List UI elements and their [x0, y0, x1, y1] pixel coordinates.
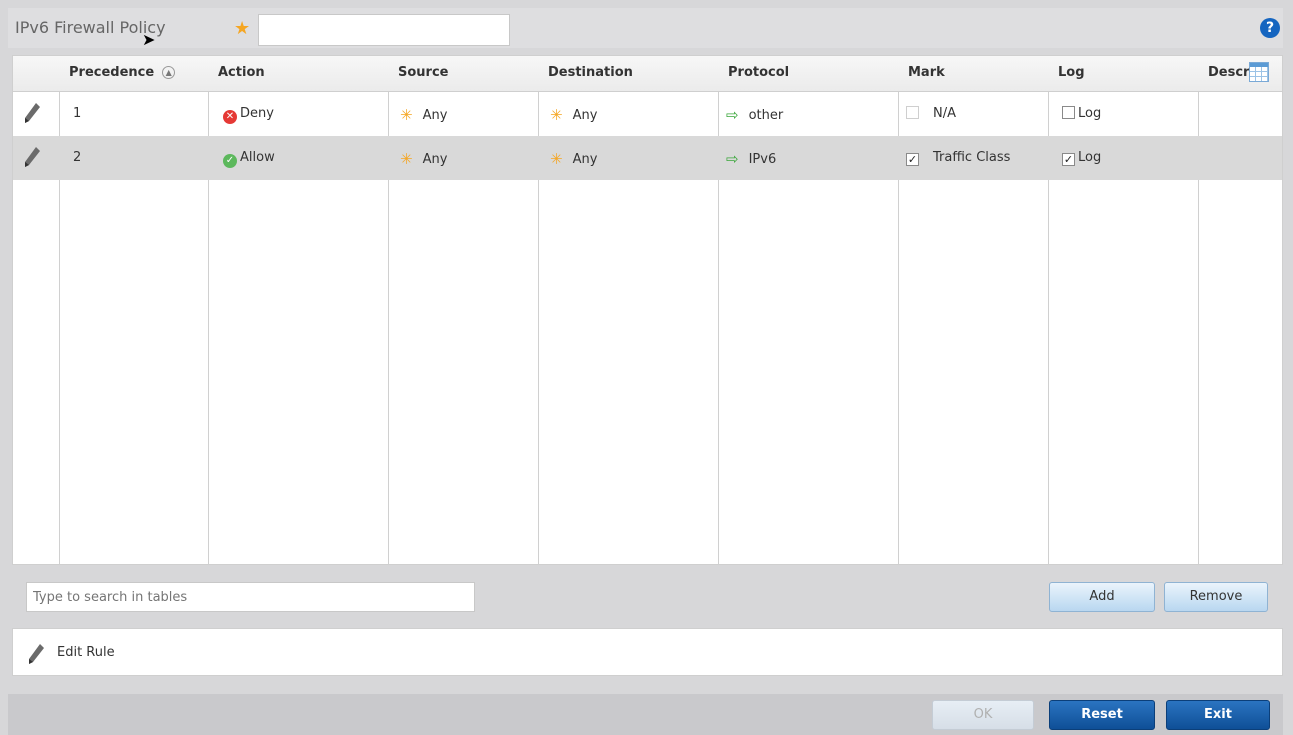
table-search-input[interactable]	[26, 582, 475, 612]
table-row[interactable]: 2 ✓ Allow ✳ Any ✳ Any ⇨ IPv6 ✓ Traffic Class …	[13, 136, 1282, 180]
source-cell: ✳ Any	[400, 150, 448, 168]
asterisk-icon: ✳	[550, 150, 563, 168]
policy-header: IPv6 Firewall Policy ★ ?	[8, 8, 1283, 48]
destination-cell: ✳ Any	[550, 150, 598, 168]
source-cell: ✳ Any	[400, 106, 448, 124]
destination-cell: ✳ Any	[550, 106, 598, 124]
protocol-cell: ⇨ other	[726, 106, 784, 124]
policy-name-input[interactable]	[258, 14, 510, 46]
remove-button[interactable]: Remove	[1164, 582, 1268, 612]
mark-cell: N/A	[906, 106, 956, 121]
column-header-protocol[interactable]: Protocol	[728, 65, 789, 80]
log-cell: ✓ Log	[1062, 150, 1102, 166]
column-header-mark[interactable]: Mark	[908, 65, 945, 80]
allow-icon: ✓	[223, 154, 237, 168]
help-icon[interactable]: ?	[1260, 18, 1280, 38]
precedence-cell: 2	[73, 150, 82, 165]
required-star-icon: ★	[234, 18, 251, 39]
log-checkbox[interactable]: ✓	[1062, 153, 1075, 166]
column-header-precedence[interactable]: Precedence ▲	[69, 65, 176, 80]
precedence-cell: 1	[73, 106, 82, 121]
column-header-source[interactable]: Source	[398, 65, 448, 80]
column-chooser-icon[interactable]	[1249, 62, 1269, 82]
edit-rule-bar[interactable]: Edit Rule	[12, 628, 1283, 676]
table-header: Precedence ▲ Action Source Destination Pr…	[13, 56, 1282, 92]
asterisk-icon: ✳	[400, 150, 413, 168]
column-header-log[interactable]: Log	[1058, 65, 1085, 80]
pencil-icon[interactable]	[23, 146, 41, 168]
exit-button[interactable]: Exit	[1166, 700, 1270, 730]
reset-button[interactable]: Reset	[1049, 700, 1155, 730]
protocol-cell: ⇨ IPv6	[726, 150, 777, 168]
rules-table: Precedence ▲ Action Source Destination Pr…	[12, 55, 1283, 565]
arrow-right-icon: ⇨	[726, 106, 739, 124]
table-row[interactable]: 1 ✕ Deny ✳ Any ✳ Any ⇨ other N/A Log	[13, 92, 1282, 136]
add-button[interactable]: Add	[1049, 582, 1155, 612]
action-cell: ✕ Deny	[223, 106, 274, 124]
mark-cell: ✓ Traffic Class	[906, 150, 1011, 166]
log-checkbox[interactable]	[1062, 106, 1075, 119]
action-cell: ✓ Allow	[223, 150, 275, 168]
sort-ascending-icon[interactable]: ▲	[162, 66, 176, 79]
arrow-right-icon: ⇨	[726, 150, 739, 168]
column-header-description[interactable]: Descr	[1208, 65, 1249, 80]
mouse-cursor-icon: ➤	[142, 30, 156, 49]
mark-checkbox[interactable]: ✓	[906, 153, 919, 166]
column-header-destination[interactable]: Destination	[548, 65, 633, 80]
deny-icon: ✕	[223, 110, 237, 124]
asterisk-icon: ✳	[550, 106, 563, 124]
column-header-action[interactable]: Action	[218, 65, 265, 80]
edit-rule-label: Edit Rule	[57, 645, 115, 660]
mark-checkbox[interactable]	[906, 106, 919, 119]
pencil-icon[interactable]	[23, 102, 41, 124]
ok-button[interactable]: OK	[932, 700, 1034, 730]
pencil-icon	[29, 644, 44, 664]
log-cell: Log	[1062, 106, 1101, 121]
asterisk-icon: ✳	[400, 106, 413, 124]
